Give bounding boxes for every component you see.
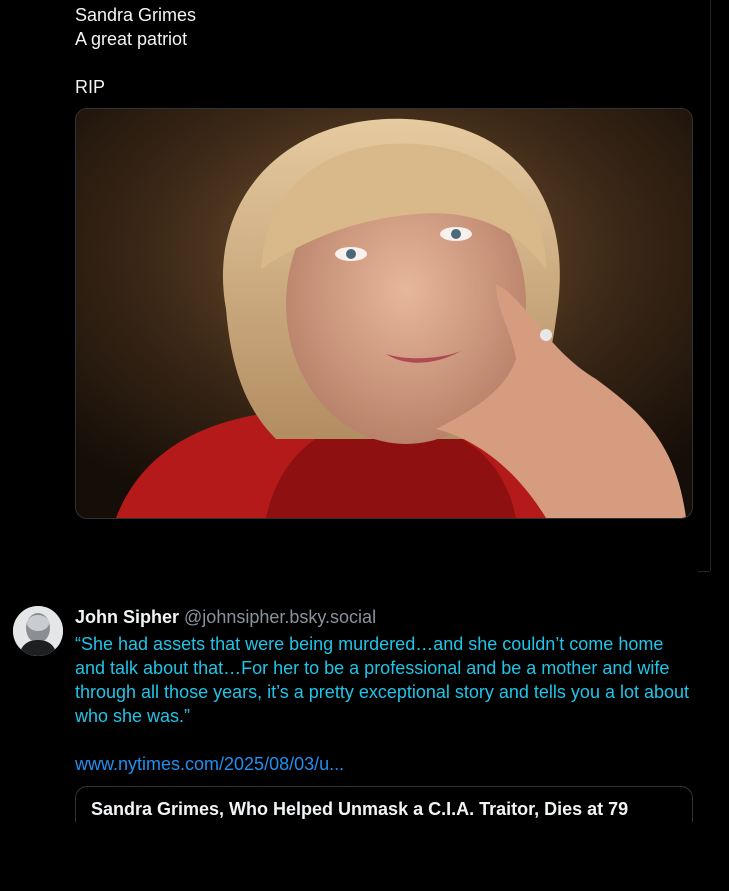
post-quote-text: “She had assets that were being murdered… (75, 634, 690, 726)
author-line: John Sipher @johnsipher.bsky.social (75, 605, 376, 629)
author-name[interactable]: John Sipher (75, 607, 179, 627)
article-link[interactable]: www.nytimes.com/2025/08/03/u... (75, 752, 344, 776)
author-avatar[interactable] (13, 606, 63, 656)
post-image-portrait[interactable] (75, 108, 693, 519)
post-line-rip: RIP (75, 77, 106, 97)
author-handle[interactable]: @johnsipher.bsky.social (184, 607, 376, 627)
thread-divider-corner (698, 571, 710, 572)
thread-divider (710, 0, 711, 571)
viewport-bottom (0, 822, 729, 891)
link-preview-card[interactable]: Sandra Grimes, Who Helped Unmask a C.I.A… (75, 786, 693, 823)
post-line-tribute: A great patriot (75, 29, 188, 49)
post-line-name: Sandra Grimes (75, 5, 197, 25)
portrait-photo (76, 109, 692, 518)
link-card-title: Sandra Grimes, Who Helped Unmask a C.I.A… (91, 799, 629, 819)
avatar-photo (13, 606, 63, 656)
